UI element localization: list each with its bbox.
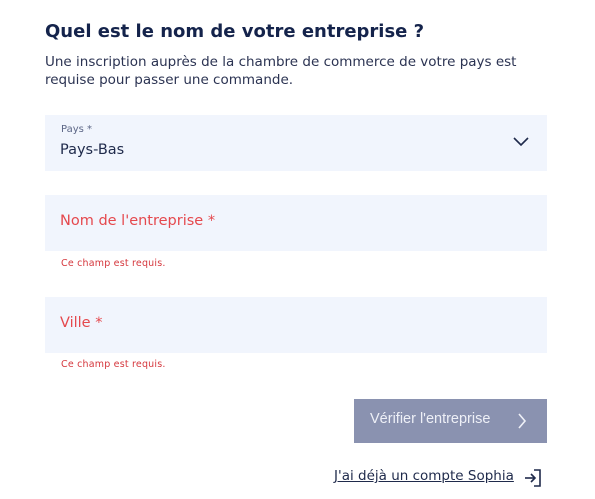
verify-company-button-label: Vérifier l'entreprise (370, 411, 491, 427)
chevron-down-icon (513, 137, 529, 147)
company-name-error: Ce champ est requis. (61, 258, 166, 269)
country-label: Pays * (61, 124, 93, 135)
country-select[interactable]: Pays * Pays-Bas (45, 115, 547, 171)
city-error: Ce champ est requis. (61, 359, 166, 370)
city-field[interactable]: Ville * (45, 297, 547, 353)
form-title: Quel est le nom de votre entreprise ? (45, 21, 425, 42)
chevron-right-icon (518, 413, 527, 429)
form-subtitle: Une inscription auprès de la chambre de … (45, 54, 517, 88)
login-icon[interactable] (522, 467, 544, 489)
existing-account-link[interactable]: J'ai déjà un compte Sophia (334, 468, 514, 484)
verify-company-button[interactable]: Vérifier l'entreprise (354, 399, 547, 443)
country-value: Pays-Bas (60, 142, 125, 158)
company-name-field[interactable]: Nom de l'entreprise * (45, 195, 547, 251)
